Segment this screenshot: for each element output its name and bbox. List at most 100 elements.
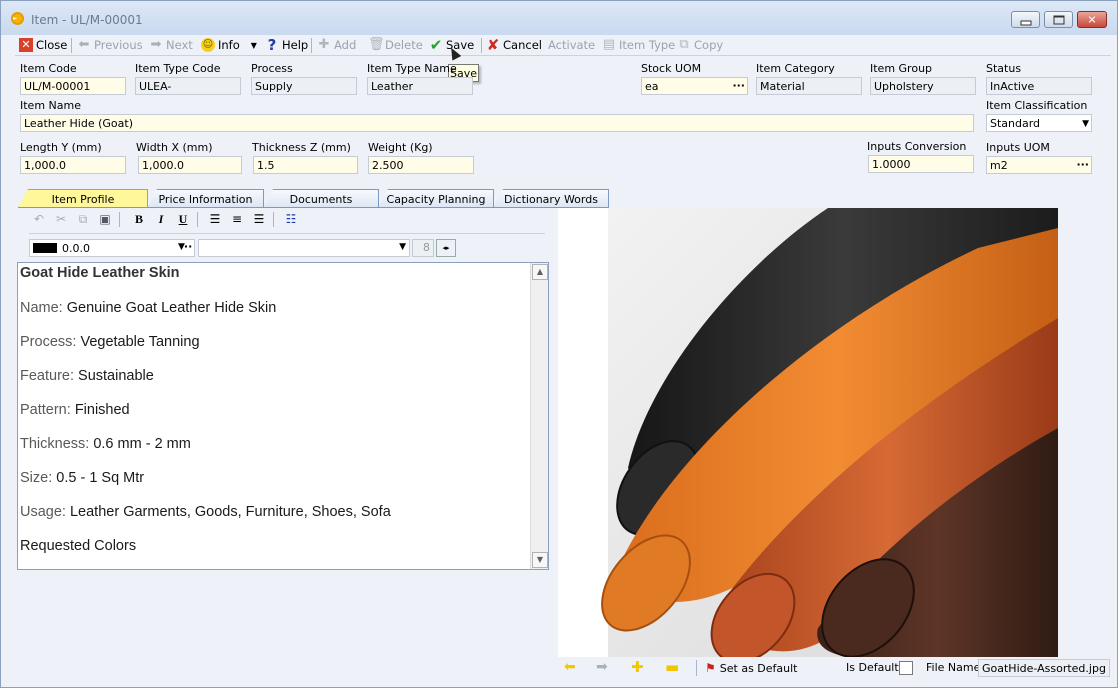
editor-content[interactable]: Goat Hide Leather Skin Name: Genuine Goa… bbox=[17, 262, 549, 570]
arrow-right-icon[interactable]: ➡ bbox=[596, 659, 608, 675]
tab-documents[interactable]: Documents bbox=[263, 189, 379, 208]
file-name-field[interactable]: GoatHide-Assorted.jpg bbox=[978, 659, 1110, 677]
ellipsis-icon[interactable]: ··· bbox=[1076, 158, 1089, 171]
content-line-colors: Requested Colors bbox=[20, 538, 137, 554]
set-as-default-label: Set as Default bbox=[719, 661, 798, 675]
font-size-spinner[interactable]: ◂▸ bbox=[436, 239, 456, 257]
thickness-z-label: Thickness Z (mm) bbox=[252, 141, 351, 154]
item-type-code-label: Item Type Code bbox=[135, 62, 221, 75]
cut-icon[interactable]: ✂ bbox=[53, 211, 69, 227]
remove-image-icon[interactable]: ▬ bbox=[665, 658, 679, 676]
file-name-label: File Name bbox=[926, 661, 981, 674]
ellipsis-icon[interactable]: ··· bbox=[732, 79, 745, 92]
arrow-left-icon[interactable]: ⬅ bbox=[564, 659, 576, 675]
item-type-name-field[interactable]: Leather bbox=[367, 77, 473, 95]
font-size-field[interactable]: 8 bbox=[412, 239, 434, 257]
is-default-label: Is Default bbox=[846, 661, 899, 674]
item-category-label: Item Category bbox=[756, 62, 835, 75]
content-heading: Goat Hide Leather Skin bbox=[20, 265, 180, 281]
info-label: Info bbox=[218, 38, 240, 52]
item-group-field[interactable]: Upholstery bbox=[870, 77, 976, 95]
tab-underline bbox=[18, 207, 608, 208]
bullet-list-icon[interactable]: ☷ bbox=[283, 211, 299, 227]
align-center-icon[interactable]: ≡ bbox=[229, 211, 245, 227]
item-type-button[interactable]: ▤ Item Type bbox=[602, 37, 675, 53]
info-dropdown-icon[interactable]: ▼ bbox=[251, 41, 257, 50]
item-classification-value: Standard bbox=[990, 117, 1041, 130]
item-classification-select[interactable]: Standard ▼ bbox=[986, 114, 1092, 132]
close-button[interactable]: ✕ Close bbox=[19, 37, 67, 53]
inputs-uom-field[interactable]: m2 ··· bbox=[986, 156, 1092, 174]
add-label: Add bbox=[334, 38, 357, 52]
item-type-name-label: Item Type Name bbox=[367, 62, 457, 75]
image-toolbar: ⬅ ➡ ✚ ▬ ⚑ Set as Default Is Default File… bbox=[558, 658, 1114, 680]
flag-icon: ⚑ bbox=[705, 661, 716, 675]
toolbar: ✕ Close ⬅ Previous ➡ Next ☺ Info ▼ ? Hel… bbox=[15, 35, 1111, 56]
editor-scrollbar[interactable]: ▲ ▼ bbox=[530, 263, 548, 569]
next-button[interactable]: ➡ Next bbox=[149, 37, 193, 53]
process-label: Process bbox=[251, 62, 293, 75]
cancel-button[interactable]: ✘ Cancel bbox=[486, 37, 542, 53]
color-value: 0.0.0 bbox=[62, 242, 90, 255]
delete-button[interactable]: 🗑 Delete bbox=[368, 37, 423, 53]
status-field[interactable]: InActive bbox=[986, 77, 1092, 95]
scroll-down-icon[interactable]: ▼ bbox=[532, 552, 548, 568]
align-right-icon[interactable]: ☰ bbox=[251, 211, 267, 227]
font-family-select[interactable]: ▼ bbox=[198, 239, 410, 257]
copy-button[interactable]: ⧉ Copy bbox=[677, 37, 723, 53]
color-picker-button[interactable]: ··· bbox=[177, 239, 195, 257]
content-line-thickness: Thickness: 0.6 mm - 2 mm bbox=[20, 436, 191, 452]
inputs-uom-label: Inputs UOM bbox=[986, 141, 1050, 154]
rich-text-editor: ↶ ✂ ⧉ ▣ B I U ☰ ≡ ☰ ☷ 0.0.0 ▼ ··· ▼ 8 ◂▸… bbox=[15, 209, 551, 573]
activate-button[interactable]: Activate bbox=[548, 37, 595, 53]
close-window-button[interactable]: ✕ bbox=[1077, 11, 1107, 28]
add-button[interactable]: ✚ Add bbox=[317, 37, 357, 53]
add-image-icon[interactable]: ✚ bbox=[631, 658, 644, 676]
next-label: Next bbox=[166, 38, 193, 52]
process-field[interactable]: Supply bbox=[251, 77, 357, 95]
item-code-field[interactable]: UL/M-00001 bbox=[20, 77, 126, 95]
font-color-select[interactable]: 0.0.0 ▼ bbox=[29, 239, 195, 257]
stock-uom-field[interactable]: ea ··· bbox=[641, 77, 748, 95]
status-label: Status bbox=[986, 62, 1022, 75]
delete-label: Delete bbox=[385, 38, 423, 52]
paste-icon[interactable]: ▣ bbox=[97, 211, 113, 227]
underline-icon[interactable]: U bbox=[175, 211, 191, 227]
item-image bbox=[558, 208, 1058, 657]
previous-button[interactable]: ⬅ Previous bbox=[77, 37, 143, 53]
chevron-down-icon[interactable]: ▼ bbox=[1082, 118, 1089, 131]
width-x-label: Width X (mm) bbox=[136, 141, 213, 154]
app-icon bbox=[11, 12, 24, 25]
chevron-down-icon[interactable]: ▼ bbox=[399, 242, 406, 252]
trash-icon: 🗑 bbox=[368, 37, 385, 52]
window-title: Item - UL/M-00001 bbox=[31, 13, 143, 27]
content-line-usage: Usage: Leather Garments, Goods, Furnitur… bbox=[20, 504, 391, 520]
align-left-icon[interactable]: ☰ bbox=[207, 211, 223, 227]
color-swatch bbox=[33, 243, 57, 253]
copy-icon[interactable]: ⧉ bbox=[75, 211, 91, 227]
leather-rolls-photo bbox=[601, 208, 1058, 657]
thickness-z-field[interactable]: 1.5 bbox=[253, 156, 358, 174]
info-button[interactable]: ☺ Info ▼ bbox=[201, 37, 257, 53]
item-name-field[interactable]: Leather Hide (Goat) bbox=[20, 114, 974, 132]
set-as-default-button[interactable]: ⚑ Set as Default bbox=[705, 661, 798, 675]
width-x-field[interactable]: 1,000.0 bbox=[138, 156, 242, 174]
help-button[interactable]: ? Help bbox=[265, 37, 309, 53]
weight-field[interactable]: 2.500 bbox=[368, 156, 474, 174]
content-line-feature: Feature: Sustainable bbox=[20, 368, 154, 384]
length-y-field[interactable]: 1,000.0 bbox=[20, 156, 126, 174]
bold-icon[interactable]: B bbox=[131, 211, 147, 227]
scroll-up-icon[interactable]: ▲ bbox=[532, 264, 548, 280]
minimize-button[interactable] bbox=[1011, 11, 1040, 28]
inputs-conversion-field[interactable]: 1.0000 bbox=[868, 155, 974, 173]
tab-capacity-planning[interactable]: Capacity Planning bbox=[378, 189, 494, 208]
item-category-field[interactable]: Material bbox=[756, 77, 862, 95]
maximize-button[interactable] bbox=[1044, 11, 1073, 28]
is-default-checkbox[interactable] bbox=[899, 661, 913, 675]
tab-item-profile[interactable]: Item Profile bbox=[18, 189, 148, 208]
tab-dictionary-words[interactable]: Dictionary Words bbox=[493, 189, 609, 208]
italic-icon[interactable]: I bbox=[153, 211, 169, 227]
undo-icon[interactable]: ↶ bbox=[31, 211, 47, 227]
item-type-code-field[interactable]: ULEA- bbox=[135, 77, 241, 95]
tab-price-information[interactable]: Price Information bbox=[147, 189, 264, 208]
